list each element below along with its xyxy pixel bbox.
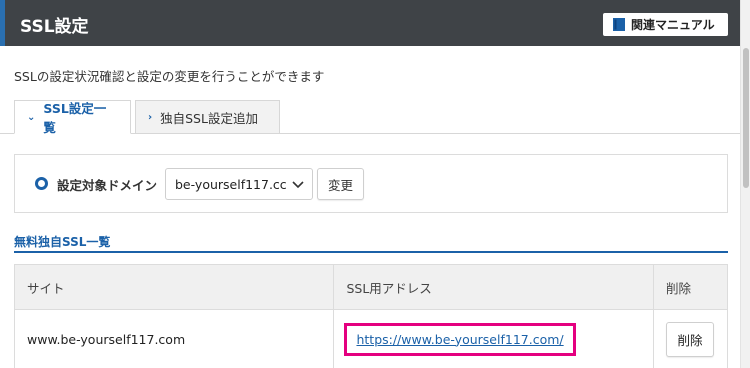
related-manual-label: 関連マニュアル [631,18,715,32]
tab-ssl-list[interactable]: ⌄ SSL設定一覧 [14,100,131,135]
domain-select[interactable]: be-yourself117.cc [165,168,313,200]
tab-add-custom-ssl-label: 独自SSL設定追加 [160,110,258,126]
column-header-ssl-address: SSL用アドレス [333,264,655,310]
ssl-address-cell: https://www.be-yourself117.com/ [333,309,655,368]
table-row: www.be-yourself117.com https://www.be-yo… [13,309,728,368]
tab-ssl-list-label: SSL設定一覧 [43,101,107,135]
section-underline [14,251,728,253]
column-header-delete: 削除 [653,264,728,310]
chevron-right-icon: › [148,111,153,123]
related-manual-button[interactable]: 関連マニュアル [603,13,728,36]
free-ssl-section-title: 無料独自SSL一覧 [14,235,111,249]
vertical-scrollbar[interactable] [740,0,750,368]
header-accent-bar [0,0,5,46]
page-header: SSL設定 関連マニュアル [0,0,740,46]
scrollbar-thumb[interactable] [743,48,749,188]
column-header-site: サイト [13,264,335,310]
page-title: SSL設定 [20,17,89,37]
page-description: SSLの設定状況確認と設定の変更を行うことができます [14,69,325,84]
chevron-down-icon [292,177,304,194]
free-ssl-table: サイト SSL用アドレス 削除 www.be-yourself117.com h… [13,264,728,368]
domain-selector-label: 設定対象ドメイン [57,178,158,193]
chevron-down-icon: ⌄ [27,111,36,123]
table-header-row: サイト SSL用アドレス 削除 [13,264,728,310]
delete-button[interactable]: 削除 [666,321,715,357]
change-domain-button[interactable]: 変更 [317,168,364,200]
radio-indicator-icon [35,177,48,190]
delete-cell: 削除 [653,309,728,368]
tab-add-custom-ssl[interactable]: › 独自SSL設定追加 [135,100,280,134]
site-cell: www.be-yourself117.com [13,309,335,368]
domain-select-value: be-yourself117.cc [175,176,287,192]
domain-selector-panel: 設定対象ドメイン be-yourself117.cc 変更 [14,154,728,213]
ssl-address-link[interactable]: https://www.be-yourself117.com/ [344,322,576,356]
book-icon [613,18,625,31]
tab-bar: ⌄ SSL設定一覧 › 独自SSL設定追加 [14,100,280,135]
